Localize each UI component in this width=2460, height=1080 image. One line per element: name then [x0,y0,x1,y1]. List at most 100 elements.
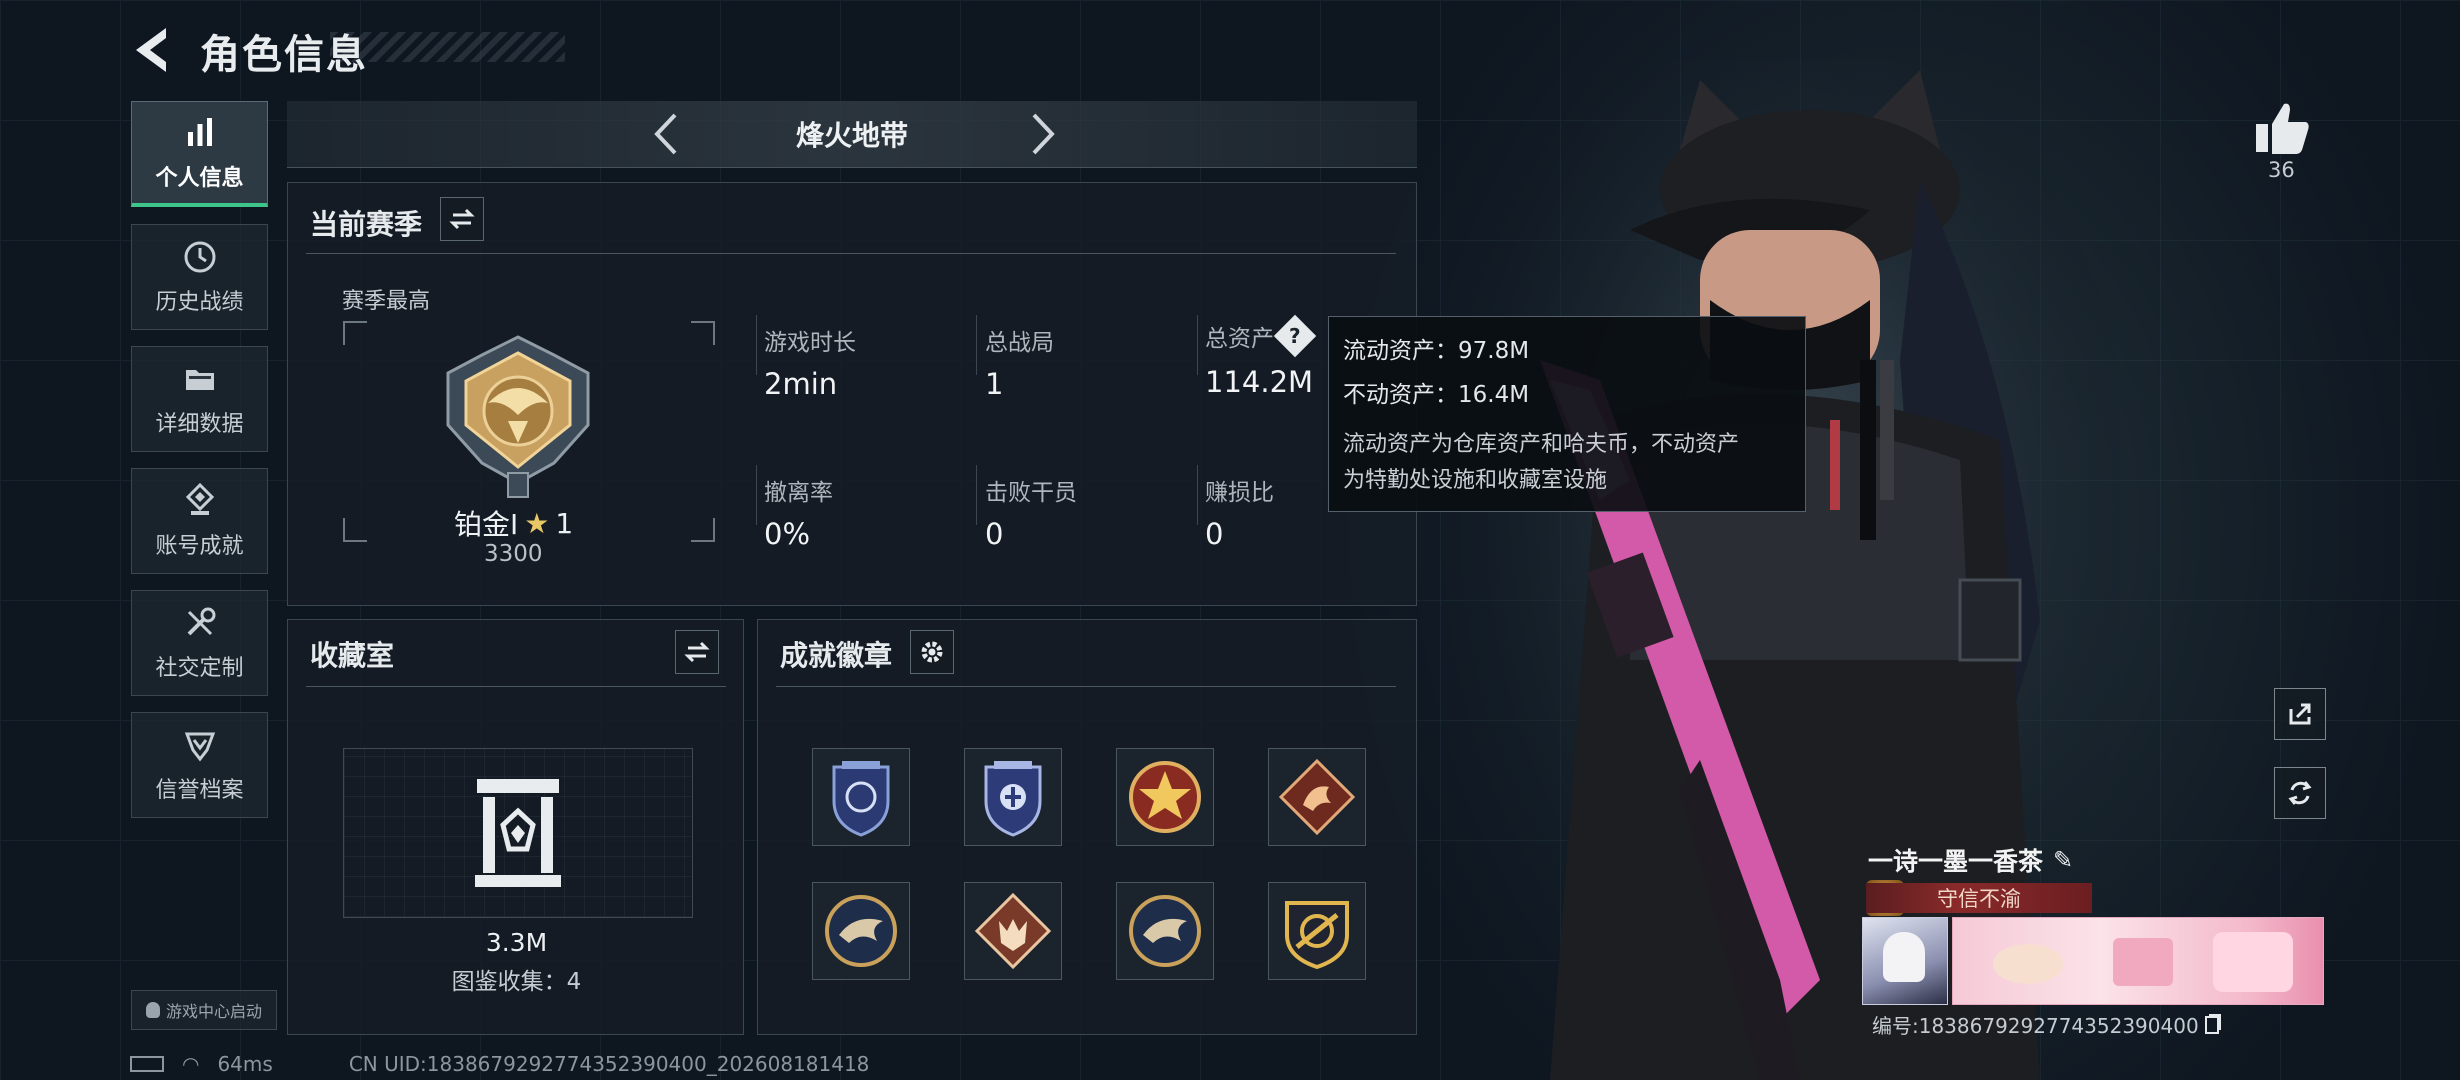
player-cards[interactable] [1862,917,2324,1005]
rank-name: 铂金I [454,508,519,541]
chevron-left-icon [654,113,677,155]
sidebar-item-label: 历史战绩 [155,290,244,315]
badge-shield-blue-1[interactable] [812,748,910,846]
badges-panel: 成就徽章 [757,619,1417,1035]
sidebar-item-detailed-data[interactable]: 详细数据 [131,346,268,452]
battery-icon [130,1056,164,1072]
season-title: 当前赛季 [310,208,423,241]
season-switch-button[interactable] [440,197,484,241]
divider [1197,315,1198,375]
namecard-banner[interactable] [1952,917,2324,1005]
badge-star-gold[interactable] [1116,748,1214,846]
wolf-badge-icon [974,892,1052,970]
badges-settings-button[interactable] [910,630,954,674]
swap-icon [449,208,475,230]
stat-value: 114.2M [1205,365,1314,399]
badge-dragon-diamond[interactable] [1268,748,1366,846]
badge-crest-gold[interactable] [1268,882,1366,980]
mode-prev-button[interactable] [647,109,687,159]
assets-tooltip: 流动资产：97.8M 不动资产：16.4M 流动资产为仓库资产和哈夫币，不动资产… [1328,316,1806,512]
collection-room-preview[interactable] [343,748,693,918]
divider [776,686,1396,687]
status-bar: ◠ 64ms CN UID:1838679292774352390400_202… [130,1052,869,1076]
badges-title: 成就徽章 [780,639,893,672]
sidebar-item-label: 个人信息 [155,165,244,191]
season-panel: 当前赛季 赛季最高 铂金I ★ 1 3300 游戏时长 2min 总战局 1 总… [287,182,1417,606]
shield-badge-icon [984,761,1042,837]
gear-icon [921,641,943,663]
stat-total-assets[interactable]: 总资产 ? 114.2M [1205,314,1317,399]
wifi-icon: ◠ [182,1052,200,1076]
sidebar-item-credit[interactable]: 信誉档案 [131,712,268,818]
game-center-launch-button[interactable]: 游戏中心启动 [131,990,277,1030]
tooltip-liquid-assets: 流动资产：97.8M [1343,338,1530,364]
player-name-row: 一诗一墨一香茶 ✎ [1868,842,2073,878]
player-uid: 编号:1838679292774352390400 [1872,1014,2199,1038]
rank-display: 铂金I ★ 1 [454,503,573,543]
frame-corner [343,321,367,345]
mode-title: 烽火地带 [795,119,908,152]
help-icon[interactable]: ? [1273,314,1317,358]
sidebar-item-achievements[interactable]: 账号成就 [131,468,268,574]
divider [976,465,977,525]
shield-badge-icon [832,761,890,837]
divider [306,253,1396,254]
stat-profit-ratio: 赚损比 0 [1205,473,1274,551]
bar-chart-icon [187,117,212,146]
qq-icon [145,1002,160,1018]
history-icon [184,241,215,273]
refresh-icon [2288,781,2312,805]
like-button[interactable] [2250,96,2314,160]
badge-eagle-round-1[interactable] [812,882,910,980]
collection-title: 收藏室 [310,639,395,672]
mode-selector: 烽火地带 [287,101,1417,168]
swap-icon [684,641,710,663]
badge-shield-blue-2[interactable] [964,748,1062,846]
folder-icon [185,370,214,390]
sidebar-item-label: 社交定制 [155,656,244,681]
mode-next-button[interactable] [1022,109,1062,159]
star-badge-icon [1129,761,1201,833]
cn-uid: CN UID:1838679292774352390400_2026081814… [348,1052,870,1076]
tooltip-note-line2: 为特勤处设施和收藏室设施 [1343,468,1608,493]
launch-label: 游戏中心启动 [165,1002,262,1021]
eagle-badge-icon [825,895,897,967]
stat-value: 0 [985,517,1004,551]
credit-level: 守信不渝 [1866,883,2092,913]
badge-wolf-diamond[interactable] [964,882,1062,980]
avatar-card[interactable] [1862,917,1948,1005]
rank-score: 3300 [484,541,543,567]
share-button[interactable] [2274,688,2326,740]
sidebar-item-history[interactable]: 历史战绩 [131,224,268,330]
banner-decoration [2213,932,2293,992]
collection-switch-button[interactable] [675,630,719,674]
player-uid-row: 编号:1838679292774352390400 [1872,1010,2219,1039]
refresh-button[interactable] [2274,767,2326,819]
back-button[interactable] [130,22,180,78]
sidebar-item-label: 信誉档案 [155,778,244,803]
sidebar-item-social[interactable]: 社交定制 [131,590,268,696]
dragon-badge-icon [1278,758,1356,836]
sidebar-item-personal-info[interactable]: 个人信息 [131,101,268,207]
frame-corner [343,518,367,542]
edit-icon[interactable]: ✎ [2053,846,2073,874]
share-icon [2289,703,2311,725]
chevron-right-icon [1032,113,1055,155]
rank-stars: 1 [555,506,574,540]
tools-icon [187,607,215,636]
sidebar-item-label: 账号成就 [155,534,244,559]
stat-label: 击败干员 [985,480,1077,506]
stat-value: 0 [1205,517,1224,551]
page-title: 角色信息 [200,32,368,78]
badge-eagle-round-2[interactable] [1116,882,1214,980]
stat-label: 总战局 [985,330,1054,356]
banner-decoration [1993,944,2063,984]
star-icon: ★ [524,506,550,540]
copy-icon[interactable] [2204,1015,2219,1034]
credit-label: 守信不渝 [1937,887,2021,911]
vault-icon [475,779,561,887]
stat-value: 0% [764,517,811,551]
stat-label: 赚损比 [1205,480,1274,506]
stat-value: 1 [985,367,1004,401]
tooltip-note-line1: 流动资产为仓库资产和哈夫币，不动资产 [1343,432,1740,457]
